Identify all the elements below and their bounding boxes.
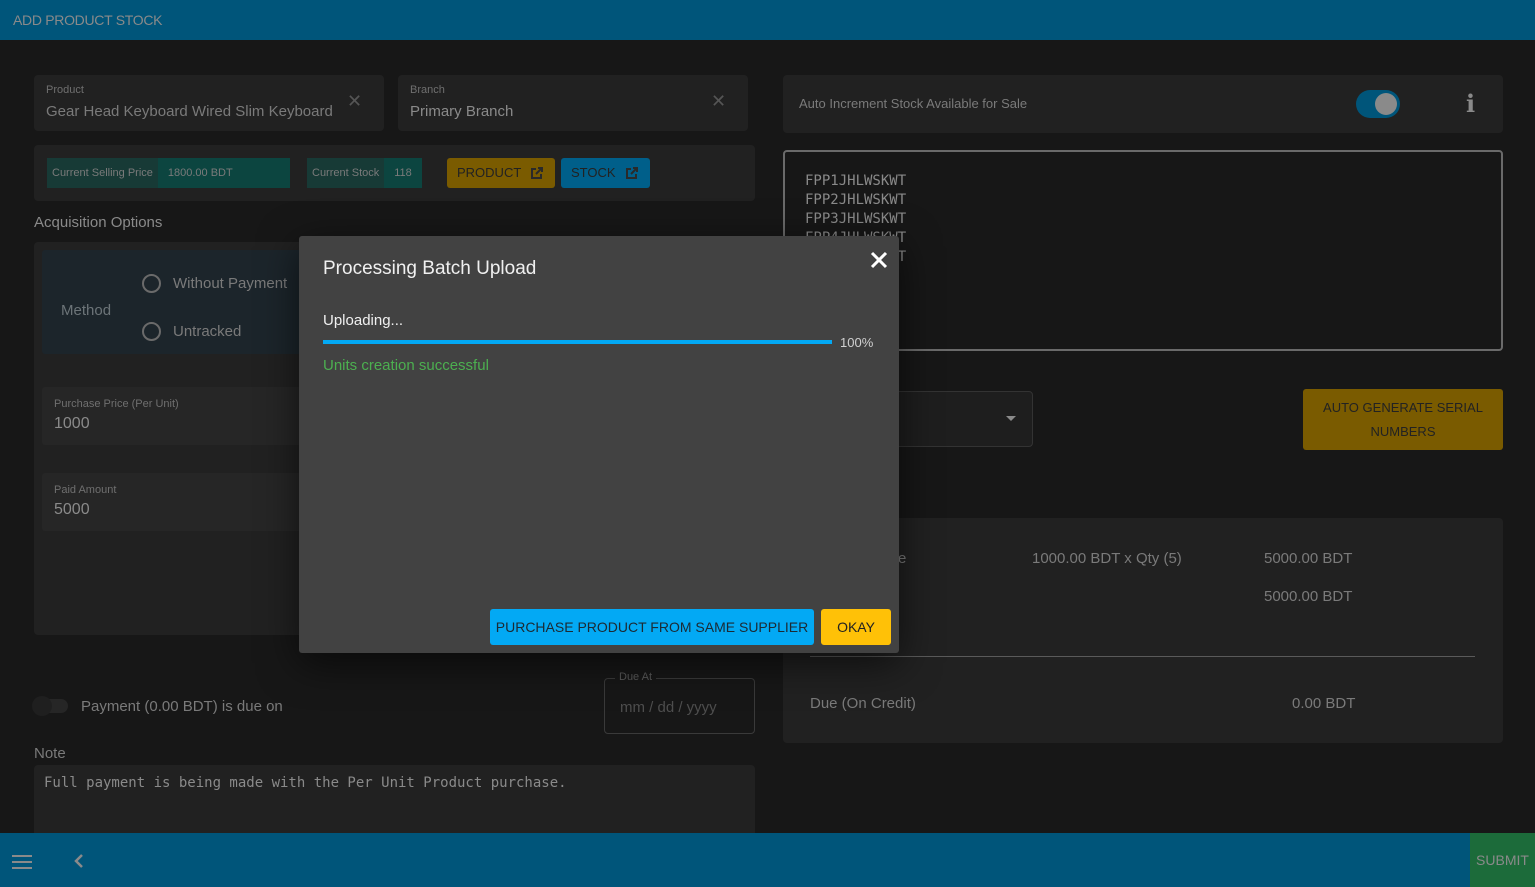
payment-due-text: Payment (0.00 BDT) is due on — [81, 698, 283, 715]
success-message: Units creation successful — [323, 357, 489, 374]
selling-price-value: 1800.00 BDT — [157, 158, 290, 188]
radio-circle[interactable] — [142, 274, 161, 293]
radio-circle[interactable] — [142, 322, 161, 341]
current-stock-value: 118 — [384, 158, 422, 188]
acquisition-options-title: Acquisition Options — [34, 214, 163, 231]
external-link-icon — [531, 167, 544, 179]
method-radio-untracked[interactable]: Untracked — [142, 322, 241, 341]
close-icon[interactable]: ✕ — [711, 91, 726, 112]
radio-label: Untracked — [173, 323, 242, 340]
purchase-price-value: 1000 — [54, 415, 90, 432]
submit-button[interactable]: SUBMIT — [1470, 833, 1535, 887]
method-label: Method — [61, 302, 112, 319]
purchase-price-label: Purchase Price (Per Unit) — [54, 398, 179, 410]
summary-row1-label: e — [898, 550, 907, 567]
due-at-date-input[interactable]: Due At mm / dd / yyyy — [604, 671, 755, 734]
upload-status: Uploading... — [323, 312, 404, 329]
modal-title: Processing Batch Upload — [323, 258, 537, 279]
summary-row1-calc: 1000.00 BDT x Qty (5) — [1032, 550, 1182, 567]
paid-amount-label: Paid Amount — [54, 484, 117, 496]
branch-field-value: Primary Branch — [410, 103, 514, 120]
product-field-value: Gear Head Keyboard Wired Slim Keyboard — [46, 103, 333, 120]
chevron-left-icon[interactable] — [72, 853, 86, 869]
stock-button-label: STOCK — [571, 165, 616, 180]
method-radio-without-payment[interactable]: Without Payment — [142, 274, 287, 293]
summary-divider — [810, 656, 1475, 657]
product-field-label: Product — [46, 84, 84, 96]
current-stock-label: Current Stock — [307, 158, 385, 188]
product-field[interactable]: Product Gear Head Keyboard Wired Slim Ke… — [34, 75, 384, 131]
note-label: Note — [34, 745, 66, 762]
summary-row1-total: 5000.00 BDT — [1264, 550, 1353, 567]
external-link-icon — [625, 167, 638, 179]
close-icon[interactable]: ✕ — [347, 91, 362, 112]
payment-due-row: Payment (0.00 BDT) is due on Due At mm /… — [32, 670, 755, 734]
info-icon[interactable]: i — [1466, 89, 1475, 118]
auto-generate-serial-button[interactable]: AUTO GENERATE SERIAL NUMBERS — [1303, 389, 1503, 450]
auto-generate-label-line1: AUTO GENERATE SERIAL — [1323, 400, 1483, 415]
stock-link-button[interactable]: STOCK — [561, 158, 650, 188]
radio-label: Without Payment — [173, 275, 288, 292]
payment-due-toggle[interactable] — [32, 696, 68, 716]
due-on-credit-value: 0.00 BDT — [1292, 695, 1356, 712]
top-app-bar: ADD PRODUCT STOCK — [0, 0, 1535, 40]
upload-progress-fill — [323, 340, 832, 344]
auto-increment-toggle[interactable] — [1356, 90, 1400, 118]
auto-increment-row: Auto Increment Stock Available for Sale … — [783, 75, 1503, 133]
upload-progress-percent: 100% — [840, 335, 874, 350]
purchase-same-supplier-button[interactable]: PURCHASE PRODUCT FROM SAME SUPPLIER — [490, 609, 814, 645]
caret-down-icon — [1006, 416, 1016, 421]
page-title: ADD PRODUCT STOCK — [13, 12, 163, 28]
auto-generate-label-line2: NUMBERS — [1370, 424, 1436, 439]
branch-field[interactable]: Branch Primary Branch ✕ — [398, 75, 748, 131]
branch-field-label: Branch — [410, 84, 445, 96]
batch-upload-modal: Processing Batch Upload Uploading... 100… — [299, 236, 899, 653]
selling-price-chip: Current Selling Price 1800.00 BDT — [47, 158, 290, 188]
product-link-button[interactable]: PRODUCT — [447, 158, 556, 188]
upload-progress-bar — [323, 340, 832, 344]
paid-amount-value: 5000 — [54, 501, 90, 518]
selling-price-label: Current Selling Price — [47, 158, 158, 188]
current-stock-chip: Current Stock 118 — [307, 158, 422, 188]
due-at-label: Due At — [615, 671, 657, 683]
auto-increment-label: Auto Increment Stock Available for Sale — [799, 96, 1028, 111]
due-on-credit-label: Due (On Credit) — [810, 695, 916, 712]
bottom-bar: SUBMIT — [0, 833, 1535, 887]
product-info-bar: Current Selling Price 1800.00 BDT Curren… — [34, 145, 755, 201]
close-icon[interactable] — [869, 250, 889, 270]
okay-button[interactable]: OKAY — [821, 609, 891, 645]
menu-icon[interactable] — [12, 855, 32, 869]
summary-row2-total: 5000.00 BDT — [1264, 588, 1353, 605]
product-button-label: PRODUCT — [457, 165, 522, 180]
due-at-placeholder: mm / dd / yyyy — [620, 699, 717, 716]
